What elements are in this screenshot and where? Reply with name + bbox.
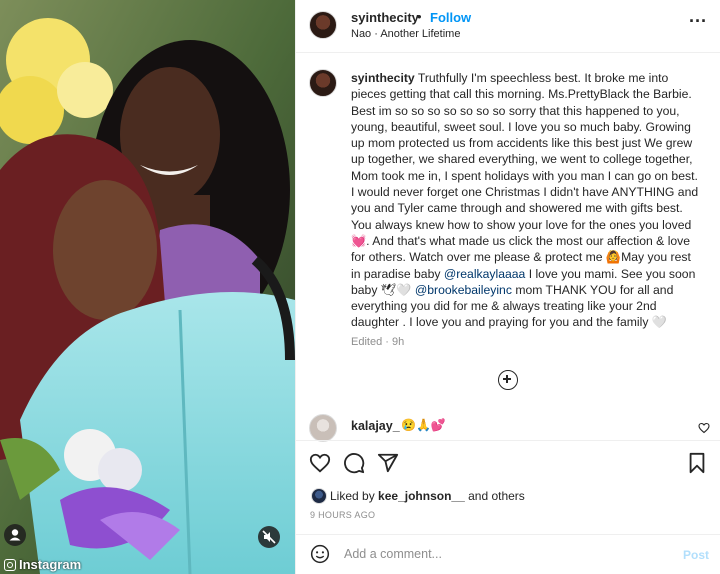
comment-username[interactable]: kalajay_ bbox=[351, 419, 400, 433]
comment-icon[interactable] bbox=[343, 452, 365, 474]
post-button[interactable]: Post bbox=[683, 548, 709, 562]
photo-credit: Instagram bbox=[4, 557, 81, 572]
audio-track[interactable]: Nao · Another Lifetime bbox=[351, 28, 460, 40]
save-bookmark-icon[interactable] bbox=[686, 452, 708, 474]
speaker-muted-icon bbox=[262, 530, 276, 544]
likes-summary[interactable]: Liked by kee_johnson__ and others bbox=[330, 489, 525, 503]
avatar[interactable] bbox=[309, 11, 337, 39]
likes-avatar[interactable] bbox=[311, 488, 327, 504]
likes-user[interactable]: kee_johnson__ bbox=[378, 489, 465, 503]
post-timestamp: 9 HOURS AGO bbox=[310, 510, 376, 520]
comment-input[interactable] bbox=[344, 543, 664, 565]
follow-button[interactable]: Follow bbox=[430, 10, 471, 25]
comment-avatar[interactable] bbox=[309, 414, 337, 442]
tagged-users-button[interactable] bbox=[4, 524, 26, 546]
caption-avatar[interactable] bbox=[309, 69, 337, 97]
like-heart-icon[interactable] bbox=[309, 452, 331, 474]
post-photo[interactable]: Instagram bbox=[0, 0, 295, 574]
comment-like-heart-icon[interactable] bbox=[698, 422, 710, 434]
mention-link[interactable]: @realkaylaaaa bbox=[444, 267, 525, 281]
edited-label: Edited · 9h bbox=[351, 336, 405, 348]
user-icon bbox=[9, 529, 21, 541]
share-icon[interactable] bbox=[377, 452, 399, 474]
photo-image bbox=[0, 0, 295, 574]
more-options-icon[interactable]: ··· bbox=[689, 12, 709, 32]
add-comment-bar: Post bbox=[296, 534, 720, 574]
comment-text: 😢🙏💕 bbox=[401, 418, 446, 432]
caption-username[interactable]: syinthecity bbox=[351, 71, 415, 85]
mute-button[interactable] bbox=[258, 526, 280, 548]
caption-text-1: Truthfully I'm speechless best. It broke… bbox=[351, 71, 699, 281]
post-caption: syinthecity Truthfully I'm speechless be… bbox=[351, 70, 703, 331]
emoji-icon[interactable] bbox=[310, 544, 330, 564]
mention-link[interactable]: @brookebaileyinc bbox=[415, 283, 512, 297]
likes-suffix: and others bbox=[468, 489, 525, 503]
load-more-comments-button[interactable] bbox=[498, 370, 518, 390]
post-header: syinthecity • Follow Nao · Another Lifet… bbox=[296, 0, 720, 53]
header-separator: • bbox=[417, 9, 422, 24]
instagram-logo-icon bbox=[4, 558, 16, 571]
photo-credit-label: Instagram bbox=[19, 557, 82, 572]
post-panel: syinthecity • Follow Nao · Another Lifet… bbox=[295, 0, 720, 574]
likes-prefix: Liked by bbox=[330, 489, 375, 503]
header-username[interactable]: syinthecity bbox=[351, 10, 419, 25]
